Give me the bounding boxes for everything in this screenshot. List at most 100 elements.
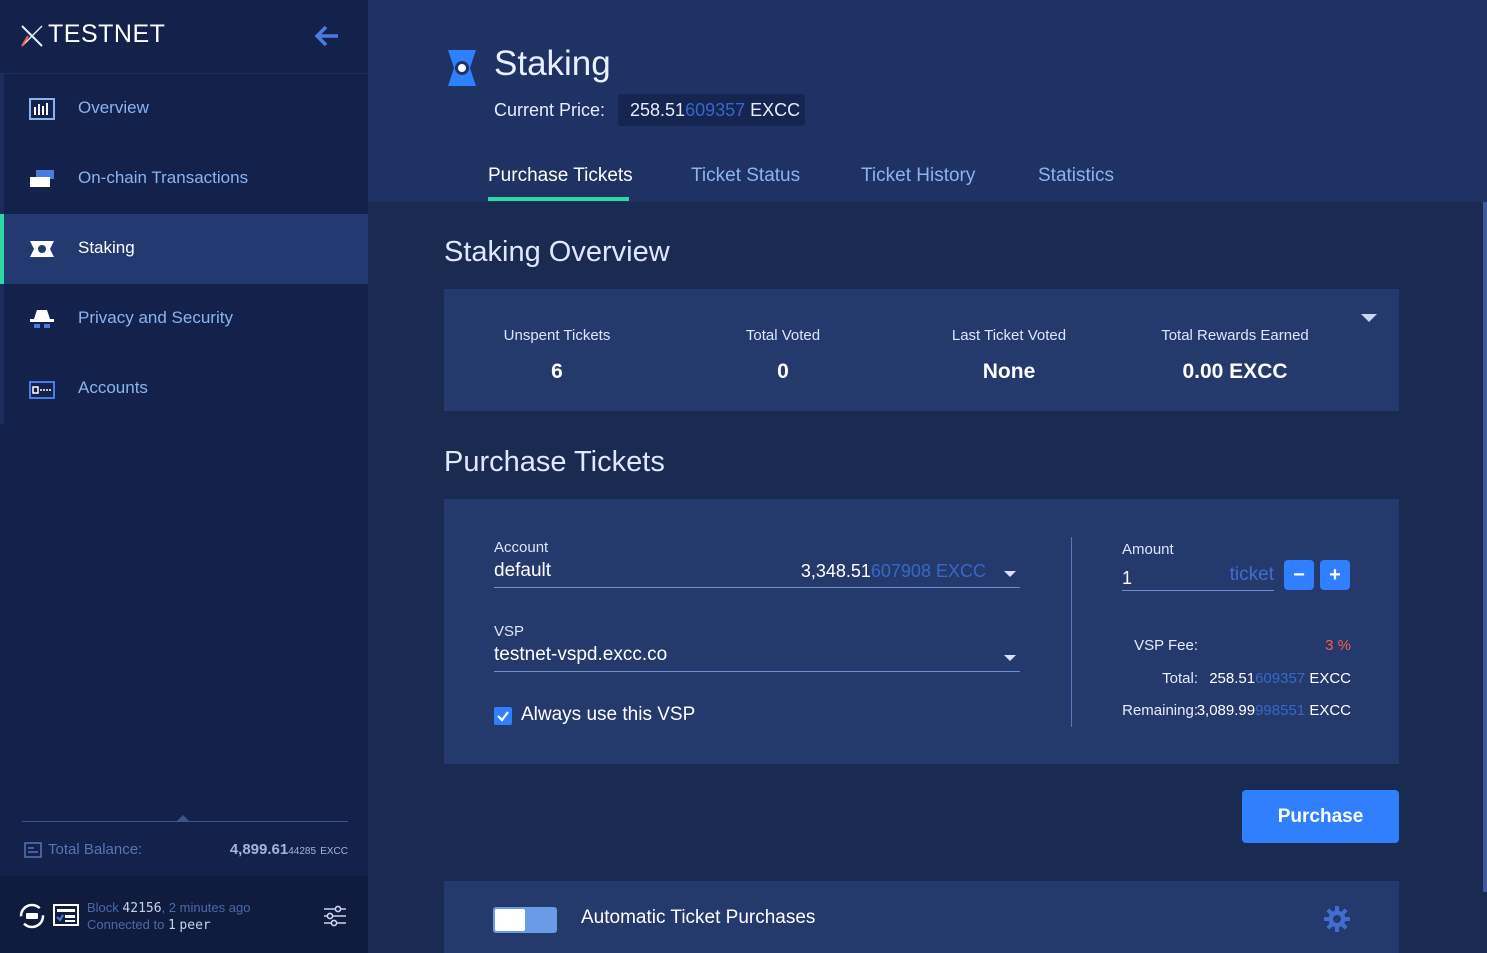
price-unit: EXCC [750,100,801,120]
balance-main: 4,899.61 [229,841,289,858]
sidebar-item-staking[interactable]: Staking [0,214,368,284]
price-main: 258.51 [630,100,686,120]
sidebar-item-accounts[interactable]: Accounts [0,354,368,424]
ticket-amount-input[interactable]: 1 ticket [1122,561,1274,591]
active-tab-indicator [488,197,629,201]
sidebar-item-label: Staking [78,238,135,257]
price-fraction: 609357 [685,100,746,120]
sidebar-item-label: Overview [78,98,149,117]
stat-unspent-tickets: Unspent Tickets 6 [444,327,670,384]
remaining-label: Remaining: [1122,702,1198,719]
tab-ticket-history[interactable]: Ticket History [861,165,975,187]
account-balance-main: 3,348.51 [800,561,871,581]
sync-status-icon [53,904,79,926]
stat-total-rewards: Total Rewards Earned 0.00 EXCC [1122,327,1348,384]
sidebar-item-label: Accounts [78,378,148,397]
total-main: 258.51 [1209,670,1256,687]
amount-unit: ticket [1229,564,1274,585]
expand-overview-icon[interactable] [1361,314,1377,322]
amount-value: 1 [1122,568,1133,588]
gear-icon[interactable] [1323,905,1351,933]
tab-purchase-tickets[interactable]: Purchase Tickets [488,165,633,187]
total-label: Total: [1162,670,1198,687]
stat-value: 0.00 EXCC [1182,360,1288,383]
sidebar-item-label: Privacy and Security [78,308,233,327]
stat-label: Total Voted [745,327,821,344]
account-select[interactable]: default 3,348.51607908 EXCC [494,556,1020,588]
stat-label: Last Ticket Voted [951,327,1067,344]
always-use-vsp-label: Always use this VSP [521,704,696,725]
automatic-purchases-card: Automatic Ticket Purchases [444,881,1399,953]
block-time: , 2 minutes ago [161,900,251,915]
brand-name: TESTNET [48,20,166,48]
peer-status: Connected to 1 peer [87,917,211,933]
account-value: default [494,560,552,581]
status-bar: Block 42156, 2 minutes ago Connected to … [0,876,368,953]
staking-icon [30,241,54,257]
stat-value: 6 [551,360,563,383]
remaining-main: 3,089.99 [1196,702,1256,719]
vsp-label: VSP [494,623,525,640]
chevron-down-icon [1004,655,1016,661]
sidebar-item-label: On-chain Transactions [78,168,249,187]
account-balance-fraction: 607908 [870,561,931,581]
increment-button[interactable]: + [1320,560,1350,590]
privacy-icon [30,310,54,328]
brand-header: TESTNET [0,0,368,74]
checkmark-icon [497,711,509,722]
current-price-value: 258.51609357 EXCC [618,94,805,126]
vsp-select[interactable]: testnet-vspd.excc.co [494,640,1020,672]
total-fraction: 609357 [1255,670,1306,687]
stat-value: None [982,360,1036,383]
sidebar: TESTNET Overview On-chain Transactions S… [0,0,368,953]
purchase-tickets-card: Account default 3,348.51607908 EXCC VSP … [444,499,1399,764]
balance-divider [22,821,348,822]
wallet-icon [24,842,42,858]
card-divider [1071,537,1072,727]
total-value: 258.51609357 EXCC [1209,670,1351,687]
remaining-value: 3,089.99998551 EXCC [1197,702,1351,719]
block-number: 42156 [122,901,162,916]
always-use-vsp-checkbox[interactable] [494,707,512,725]
block-status: Block 42156, 2 minutes ago [87,900,250,916]
auto-purchase-toggle[interactable] [493,907,557,933]
account-label: Account [494,539,549,556]
total-unit: EXCC [1309,670,1351,687]
remaining-unit: EXCC [1309,702,1351,719]
stat-value: 0 [777,360,789,383]
sidebar-item-privacy[interactable]: Privacy and Security [0,284,368,354]
balance-fraction: 44285 [288,846,317,857]
content-scrollbar[interactable] [1483,202,1487,892]
tab-statistics[interactable]: Statistics [1038,165,1114,187]
peer-word: peer [179,918,211,933]
staking-overview-card: Unspent Tickets 6 Total Voted 0 Last Tic… [444,289,1399,411]
network-status-icon [19,903,45,929]
tab-ticket-status[interactable]: Ticket Status [691,165,800,187]
block-label: Block [87,900,119,915]
auto-purchase-label: Automatic Ticket Purchases [581,907,816,928]
balance-unit: EXCC [320,846,348,857]
connected-label: Connected to [87,917,165,932]
account-balance-unit: EXCC [935,561,986,581]
staking-overview-title: Staking Overview [444,236,670,268]
vsp-fee-label: VSP Fee: [1134,637,1198,654]
toggle-knob [495,909,525,931]
peer-count: 1 [167,918,176,933]
staking-title-icon [448,50,476,86]
account-balance: 3,348.51607908 EXCC [801,561,986,582]
settings-sliders-icon[interactable] [322,904,348,928]
balance-toggle-icon[interactable] [177,815,189,821]
sidebar-item-overview[interactable]: Overview [0,74,368,144]
purchase-button[interactable]: Purchase [1242,790,1399,843]
collapse-sidebar-icon[interactable] [314,24,340,48]
current-price-label: Current Price: [494,100,606,120]
total-balance-value: 4,899.6144285 EXCC [230,841,348,858]
stat-label: Total Rewards Earned [1161,327,1309,344]
vsp-value: testnet-vspd.excc.co [494,644,668,665]
overview-icon [29,98,55,120]
purchase-tickets-title: Purchase Tickets [444,446,665,478]
sidebar-item-transactions[interactable]: On-chain Transactions [0,144,368,214]
total-balance-label: Total Balance: [48,841,143,858]
stat-last-ticket-voted: Last Ticket Voted None [896,327,1122,384]
decrement-button[interactable]: − [1284,560,1314,590]
